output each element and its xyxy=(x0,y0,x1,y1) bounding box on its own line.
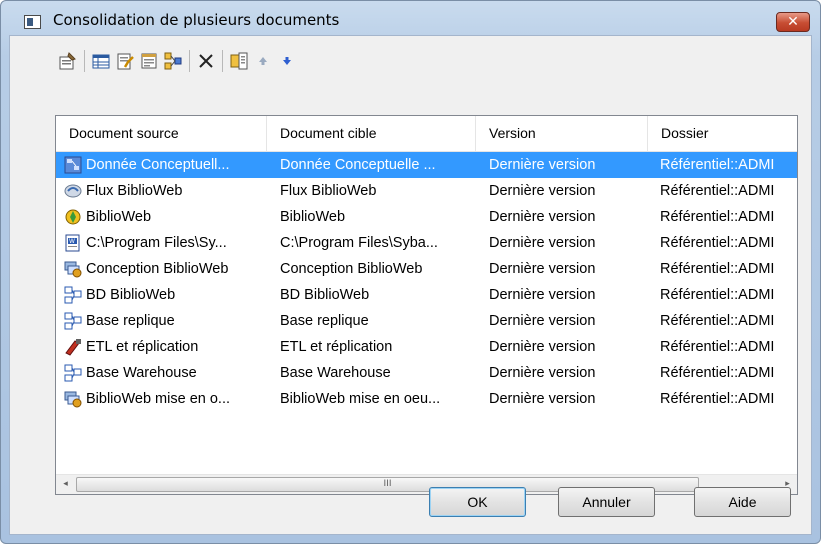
cell-source: Base Warehouse xyxy=(86,365,197,381)
cell-source: BD BiblioWeb xyxy=(86,287,176,303)
cell-version: Dernière version xyxy=(489,157,596,173)
cell-version: Dernière version xyxy=(489,287,596,303)
flow-icon xyxy=(64,182,82,200)
cell-target: C:\Program Files\Syba... xyxy=(280,235,438,251)
table-row[interactable]: BiblioWeb BiblioWeb Dernière version Référe… xyxy=(56,204,797,230)
properties-icon[interactable] xyxy=(56,49,80,73)
cell-source: C:\Program Files\Sy... xyxy=(86,235,227,251)
table-row[interactable]: W C:\Program Files\Sy... C:\Program Files\… xyxy=(56,230,797,256)
cell-target: ETL et réplication xyxy=(280,339,393,355)
table-row[interactable]: Base replique Base replique Dernière versi… xyxy=(56,308,797,334)
toolbar-separator xyxy=(84,50,85,72)
cell-source: BiblioWeb mise en o... xyxy=(86,391,230,407)
database-model-icon xyxy=(64,364,82,382)
cancel-button[interactable]: Annuler xyxy=(558,487,655,517)
ok-button[interactable]: OK xyxy=(429,487,526,517)
column-header-source[interactable]: Document source xyxy=(56,116,267,151)
cell-version: Dernière version xyxy=(489,365,596,381)
cell-source: Base replique xyxy=(86,313,175,329)
column-header-version[interactable]: Version xyxy=(476,116,648,151)
database-model-icon xyxy=(64,286,82,304)
cell-version: Dernière version xyxy=(489,261,596,277)
title-bar: Consolidation de plusieurs documents ✕ xyxy=(1,1,820,35)
list-header: Document source Document cible Version D… xyxy=(56,116,797,152)
cell-version: Dernière version xyxy=(489,209,596,225)
cell-folder: Référentiel::ADMI xyxy=(660,157,775,173)
cell-target: Base replique xyxy=(280,313,369,329)
horizontal-scrollbar[interactable]: ◂ III ▸ xyxy=(56,474,797,494)
cell-folder: Référentiel::ADMI xyxy=(660,183,775,199)
cell-folder: Référentiel::ADMI xyxy=(660,235,775,251)
cell-folder: Référentiel::ADMI xyxy=(660,209,775,225)
table-row[interactable]: BD BiblioWeb BD BiblioWeb Dernière version… xyxy=(56,282,797,308)
cell-source: Conception BiblioWeb xyxy=(86,261,229,277)
document-list[interactable]: Document source Document cible Version D… xyxy=(55,115,798,495)
cell-target: BiblioWeb mise en oeu... xyxy=(280,391,441,407)
cell-version: Dernière version xyxy=(489,313,596,329)
design-model-icon xyxy=(64,260,82,278)
design-model-icon xyxy=(64,390,82,408)
table-row[interactable]: Donnée Conceptuell... Donnée Conceptuelle… xyxy=(56,152,797,178)
column-header-target[interactable]: Document cible xyxy=(267,116,476,151)
close-button[interactable]: ✕ xyxy=(776,12,810,32)
cell-source: Flux BiblioWeb xyxy=(86,183,183,199)
cell-target: Base Warehouse xyxy=(280,365,391,381)
etl-icon xyxy=(64,338,82,356)
table-row[interactable]: ETL et réplication ETL et réplication Dern… xyxy=(56,334,797,360)
cell-target: Conception BiblioWeb xyxy=(280,261,423,277)
window-title: Consolidation de plusieurs documents xyxy=(53,11,340,29)
select-all-icon[interactable] xyxy=(89,49,113,73)
cell-version: Dernière version xyxy=(489,391,596,407)
svg-text:W: W xyxy=(69,238,75,245)
find-icon[interactable] xyxy=(227,49,251,73)
dialog-content: Document source Document cible Version D… xyxy=(9,35,812,535)
column-header-folder[interactable]: Dossier xyxy=(648,116,797,151)
dialog-window: Consolidation de plusieurs documents ✕ D… xyxy=(0,0,821,544)
cell-source: Donnée Conceptuell... xyxy=(86,157,230,173)
move-down-icon[interactable] xyxy=(275,49,299,73)
cell-target: BiblioWeb xyxy=(280,209,346,225)
cell-version: Dernière version xyxy=(489,183,596,199)
cell-folder: Référentiel::ADMI xyxy=(660,391,775,407)
cell-source: ETL et réplication xyxy=(86,339,199,355)
table-row[interactable]: BiblioWeb mise en o... BiblioWeb mise en … xyxy=(56,386,797,412)
data-model-icon xyxy=(64,156,82,174)
cell-version: Dernière version xyxy=(489,235,596,251)
help-button[interactable]: Aide xyxy=(694,487,791,517)
scroll-left-icon[interactable]: ◂ xyxy=(56,475,75,494)
table-row[interactable]: Conception BiblioWeb Conception BiblioWeb… xyxy=(56,256,797,282)
cell-folder: Référentiel::ADMI xyxy=(660,313,775,329)
cell-source: BiblioWeb xyxy=(86,209,152,225)
cell-folder: Référentiel::ADMI xyxy=(660,287,775,303)
cell-version: Dernière version xyxy=(489,339,596,355)
cell-folder: Référentiel::ADMI xyxy=(660,365,775,381)
cell-target: Donnée Conceptuelle ... xyxy=(280,157,436,173)
window-icon xyxy=(24,15,41,29)
database-model-icon xyxy=(64,312,82,330)
check-document-icon[interactable] xyxy=(113,49,137,73)
project-icon xyxy=(64,208,82,226)
toolbar-separator xyxy=(222,50,223,72)
move-up-icon[interactable] xyxy=(251,49,275,73)
table-row[interactable]: Flux BiblioWeb Flux BiblioWeb Dernière ver… xyxy=(56,178,797,204)
toolbar xyxy=(56,48,299,74)
table-row[interactable]: Base Warehouse Base Warehouse Dernière ver… xyxy=(56,360,797,386)
cell-target: BD BiblioWeb xyxy=(280,287,370,303)
cell-target: Flux BiblioWeb xyxy=(280,183,377,199)
merge-model-icon[interactable] xyxy=(161,49,185,73)
cell-folder: Référentiel::ADMI xyxy=(660,261,775,277)
word-document-icon: W xyxy=(64,234,82,252)
toolbar-separator xyxy=(189,50,190,72)
cell-folder: Référentiel::ADMI xyxy=(660,339,775,355)
delete-icon[interactable] xyxy=(194,49,218,73)
document-list-icon[interactable] xyxy=(137,49,161,73)
